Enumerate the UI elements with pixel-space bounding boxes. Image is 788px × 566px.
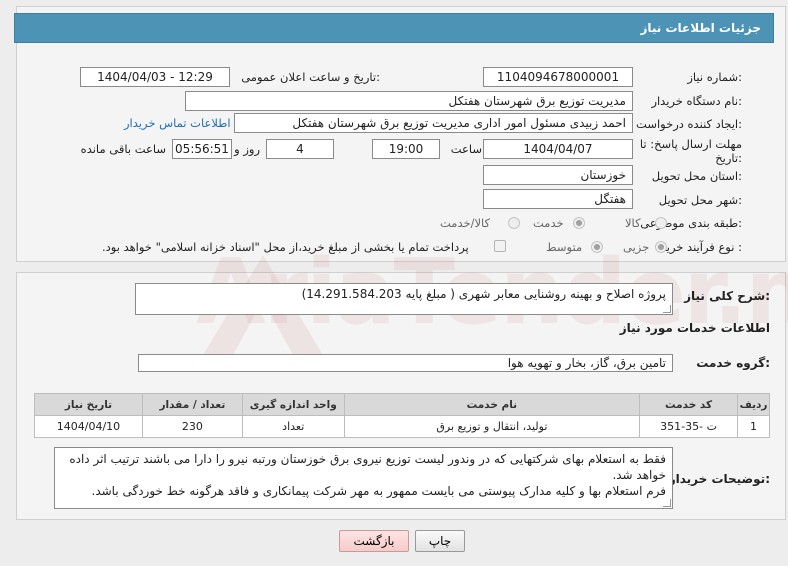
buyer-notes-line-1: فقط به استعلام بهای شرکتهایی که در وندور… [69, 452, 666, 482]
cell-date: 1404/04/10 [34, 415, 143, 438]
treasury-checkbox[interactable] [494, 240, 506, 252]
buyer-notes-line-2: فرم استعلام بها و کلیه مدارک پیوستی می ب… [91, 484, 666, 498]
summary-text: پروژه اصلاح و بهینه روشنایی معابر شهری (… [301, 287, 666, 301]
creator-field: احمد زبیدی مسئول امور اداری مدیریت توزیع… [234, 113, 633, 133]
col-index: ردیف [737, 393, 770, 416]
col-qty: تعداد / مقدار [141, 393, 243, 416]
services-section-title: اطلاعات خدمات مورد نیاز [619, 321, 770, 335]
category-option-goods: کالا [625, 216, 641, 230]
process-radio-minor[interactable] [655, 241, 667, 253]
print-button[interactable]: چاپ [415, 530, 465, 552]
col-date: تاریخ نیاز [34, 393, 143, 416]
service-group-field: تامین برق، گاز، بخار و تهویه هوا [138, 354, 673, 372]
remaining-time-label: ساعت باقی مانده [80, 142, 166, 156]
need-number-label: شماره نیاز: [687, 70, 742, 84]
category-radio-goods[interactable] [655, 217, 667, 229]
announce-date-field: 1404/04/03 - 12:29 [80, 67, 230, 87]
city-field: هفتگل [483, 189, 633, 209]
remaining-time-field: 05:56:51 [172, 139, 232, 159]
back-button[interactable]: بازگشت [339, 530, 409, 552]
summary-field: پروژه اصلاح و بهینه روشنایی معابر شهری (… [135, 283, 673, 315]
announce-date-label: تاریخ و ساعت اعلان عمومی: [241, 70, 380, 84]
summary-label: شرح کلی نیاز: [684, 289, 770, 303]
category-radio-service[interactable] [573, 217, 585, 229]
province-field: خوزستان [483, 165, 633, 185]
col-unit: واحد اندازه گیری [241, 393, 345, 416]
deadline-date-field: 1404/04/07 [483, 139, 633, 159]
buyer-notes-field: فقط به استعلام بهای شرکتهایی که در وندور… [54, 447, 673, 509]
table-header-row: ردیف کد خدمت نام خدمت واحد اندازه گیری ت… [34, 393, 770, 416]
deadline-date-label: تاریخ: [715, 151, 742, 165]
cell-name: تولید، انتقال و توزیع برق [343, 415, 641, 438]
services-table: ردیف کد خدمت نام خدمت واحد اندازه گیری ت… [34, 393, 770, 438]
buyer-org-field: مدیریت توزیع برق شهرستان هفتکل [185, 91, 633, 111]
table-row: 1 ت -35-351 تولید، انتقال و توزیع برق تع… [34, 415, 770, 438]
need-number-field: 1104094678000001 [483, 67, 633, 87]
page-title: جزئیات اطلاعات نیاز [640, 21, 761, 35]
col-name: نام خدمت [343, 393, 641, 416]
page-header: جزئیات اطلاعات نیاز [14, 13, 774, 43]
days-label: روز و [234, 142, 260, 156]
creator-label: ایجاد کننده درخواست: [636, 117, 742, 131]
cell-code: ت -35-351 [639, 415, 739, 438]
process-option-minor: جزیی [623, 240, 650, 254]
col-code: کد خدمت [639, 393, 739, 416]
resize-grip-icon[interactable] [663, 305, 671, 313]
resize-grip-icon[interactable] [663, 499, 671, 507]
buyer-contact-link[interactable]: اطلاعات تماس خریدار [124, 116, 231, 130]
process-radio-medium[interactable] [591, 241, 603, 253]
process-option-medium: متوسط [546, 240, 583, 254]
province-label: استان محل تحویل: [651, 169, 742, 183]
deadline-time-label: ساعت [450, 142, 482, 156]
cell-qty: 230 [141, 415, 243, 438]
cell-index: 1 [737, 415, 770, 438]
deadline-time-field: 19:00 [372, 139, 440, 159]
treasury-note: پرداخت تمام یا بخشی از مبلغ خرید،از محل … [102, 240, 469, 254]
category-option-goods-service: کالا/خدمت [440, 216, 491, 230]
deadline-label: مهلت ارسال پاسخ: تا [639, 137, 742, 151]
buyer-org-label: نام دستگاه خریدار: [651, 94, 742, 108]
buyer-notes-label: توضیحات خریدار: [668, 472, 770, 486]
cell-unit: تعداد [241, 415, 345, 438]
category-radio-goods-service[interactable] [508, 217, 520, 229]
days-remaining-field: 4 [266, 139, 334, 159]
process-type-label: نوع فرآیند خرید : [660, 240, 742, 254]
service-group-label: گروه خدمت: [696, 356, 770, 370]
category-option-service: خدمت [533, 216, 564, 230]
city-label: شهر محل تحویل: [658, 193, 742, 207]
